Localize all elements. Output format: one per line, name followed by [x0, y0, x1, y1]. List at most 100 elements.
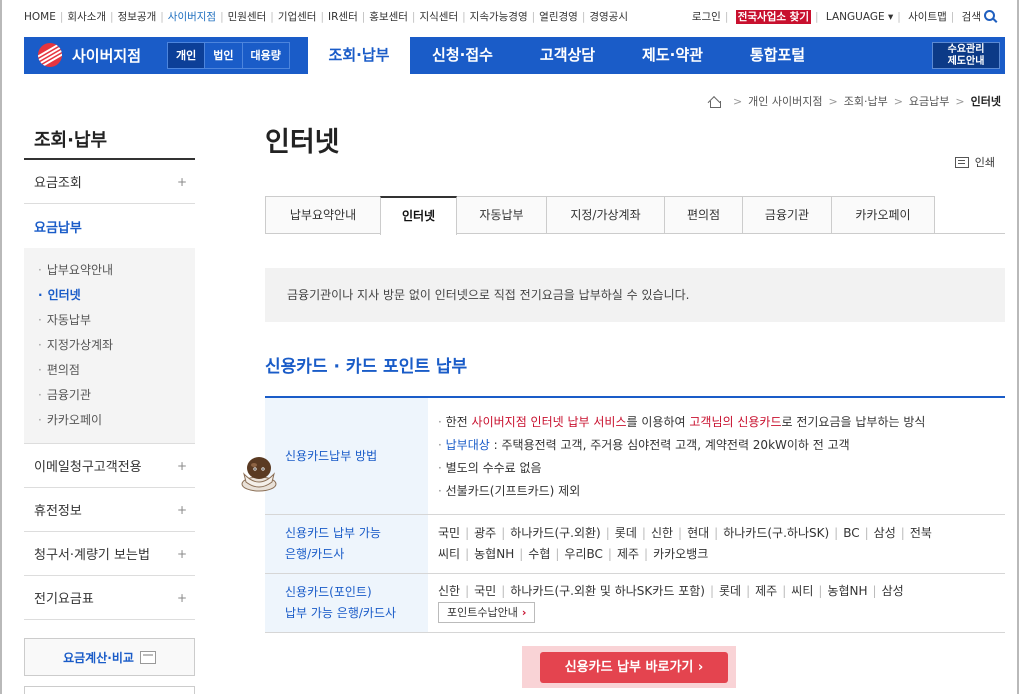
bank-name: 신한 — [438, 584, 461, 598]
bank-name: 신한 — [650, 526, 674, 540]
bank-name: 우리BC — [564, 547, 603, 561]
divider: | — [220, 11, 224, 23]
bank-name: 제주 — [755, 584, 778, 598]
logo[interactable]: 사이버지점 — [38, 43, 142, 67]
side-nav-subitem[interactable]: 금융기관 — [38, 383, 195, 408]
divider: | — [678, 526, 683, 540]
sitemap-link[interactable]: 사이트맵 — [908, 11, 947, 23]
bank-name: 하나카드(구.외환 및 하나SK카드 포함) — [510, 584, 705, 598]
plus-icon: + — [176, 174, 187, 189]
print-button[interactable]: 인쇄 — [954, 154, 995, 170]
utility-link[interactable]: 사이버지점 — [168, 11, 216, 23]
side-nav-subitem[interactable]: 편의점 — [38, 358, 195, 383]
tab-item[interactable]: 금융기관 — [742, 196, 832, 233]
tab-item[interactable]: 편의점 — [664, 196, 743, 233]
kepco-logo-icon — [38, 43, 62, 67]
divider: | — [519, 547, 524, 561]
utility-link[interactable]: 지식센터 — [419, 11, 458, 23]
table-row: 신용카드납부 방법 한전 사이버지점 인터넷 납부 서비스를 이용하여 고객님의… — [265, 398, 1005, 515]
side-nav-subitem[interactable]: 지정가상계좌 — [38, 333, 195, 358]
cta-highlight: 신용카드 납부 바로가기 › — [522, 646, 736, 688]
side-nav-subitem[interactable]: 자동납부 — [38, 308, 195, 333]
utility-link[interactable]: 기업센터 — [278, 11, 317, 23]
utility-link[interactable]: 열린경영 — [539, 11, 578, 23]
divider: | — [501, 584, 506, 598]
chevron-right-icon: > — [828, 94, 838, 108]
side-nav: 조회·납부 요금조회+ 요금납부 납부요약안내인터넷자동납부지정가상계좌편의점금… — [24, 120, 195, 620]
utility-link[interactable]: 회사소개 — [67, 11, 106, 23]
row-header: 신용카드납부 방법 — [265, 398, 428, 514]
bank-name: 하나카드(구.외환) — [510, 526, 601, 540]
breadcrumb-item[interactable]: 개인 사이버지점 — [748, 93, 822, 109]
logo-text: 사이버지점 — [72, 47, 142, 65]
chevron-right-icon: › — [697, 660, 704, 675]
bank-name: 농협NH — [827, 584, 868, 598]
divider: | — [555, 547, 560, 561]
main-menu-item[interactable]: 조회·납부 — [308, 37, 410, 74]
divider: | — [607, 547, 612, 561]
breadcrumb-item[interactable]: 요금납부 — [909, 93, 949, 109]
breadcrumb-item[interactable]: 조회·납부 — [844, 93, 888, 109]
side-nav-subitem[interactable]: 납부요약안내 — [38, 258, 195, 283]
divider: | — [59, 11, 64, 23]
utility-link[interactable]: HOME — [24, 11, 56, 23]
payment-tabs: 납부요약안내 인터넷 자동납부 지정/가상계좌 편의점 금융기관 카카오페이 — [265, 196, 1005, 235]
segment-button[interactable]: 개인 — [168, 43, 206, 68]
utility-link[interactable]: 경영공시 — [589, 11, 628, 23]
divider: | — [900, 526, 905, 540]
divider: | — [714, 526, 719, 540]
card-payment-go-button[interactable]: 신용카드 납부 바로가기 › — [540, 652, 728, 683]
main-menu-item[interactable]: 신청·접수 — [410, 37, 515, 74]
side-nav-item[interactable]: 전기요금표 + — [24, 576, 195, 620]
row-header: 신용카드(포인트) 납부 가능 은행/카드사 — [265, 574, 428, 632]
divider: | — [462, 11, 466, 23]
point-guide-button[interactable]: 포인트수납안내 › — [438, 602, 536, 623]
page-title: 인터넷 — [265, 127, 340, 158]
divider: | — [641, 526, 646, 540]
print-icon — [954, 156, 969, 168]
tab-item[interactable]: 지정/가상계좌 — [546, 196, 665, 233]
side-nav-item[interactable]: 휴전정보 + — [24, 488, 195, 532]
side-nav-item-bill-inquiry[interactable]: 요금조회 + — [24, 160, 195, 204]
divider: | — [110, 11, 114, 23]
chevron-right-icon: › — [521, 606, 527, 619]
global-nav: 사이버지점 개인 법인 대용량 조회·납부 신청·접수 고객상담 제도·약관 통합포털 수요… — [24, 37, 1005, 74]
home-icon[interactable] — [708, 96, 721, 108]
side-nav-subitem[interactable]: 카카오페이 — [38, 408, 195, 433]
side-nav-subitem[interactable]: 인터넷 — [38, 283, 195, 308]
main-menu-item[interactable]: 고객상담 — [515, 37, 620, 74]
side-nav-item-bill-payment[interactable]: 요금납부 — [24, 204, 195, 248]
side-nav-item[interactable]: 이메일청구고객전용 + — [24, 444, 195, 488]
tab-item[interactable]: 인터넷 — [380, 196, 457, 235]
divider: | — [465, 526, 470, 540]
utility-link[interactable]: 정보공개 — [118, 11, 157, 23]
utility-link[interactable]: 홍보센터 — [369, 11, 408, 23]
main-menu-item[interactable]: 통합포털 — [725, 37, 830, 74]
language-select[interactable]: LANGUAGE ▾ — [826, 11, 893, 23]
segment-button[interactable]: 법인 — [205, 43, 243, 68]
tab-item[interactable]: 카카오페이 — [831, 196, 935, 233]
breadcrumb-item[interactable]: 인터넷 — [971, 93, 1001, 109]
tab-item[interactable]: 납부요약안내 — [265, 196, 381, 233]
main-menu-item[interactable]: 제도·약관 — [620, 37, 725, 74]
search-link[interactable]: 검색 — [962, 10, 995, 23]
bank-name: BC — [843, 526, 860, 540]
divider: | — [581, 11, 586, 23]
utility-link[interactable]: 민원센터 — [228, 11, 267, 23]
utility-link[interactable]: IR센터 — [328, 11, 358, 23]
login-link[interactable]: 로그인 — [692, 11, 721, 23]
bank-name: 수협 — [528, 547, 551, 561]
calculator-icon — [139, 650, 156, 664]
utility-link[interactable]: 지속가능경영 — [470, 11, 528, 23]
side-nav-item-label: 이메일청구고객전용 — [34, 460, 142, 475]
side-nav-item[interactable]: 청구서·계량기 보는법 + — [24, 532, 195, 576]
segment-button[interactable]: 대용량 — [243, 43, 289, 68]
utility-bar: HOME | 회사소개 | 정보공개 | 사이버지점 | 민원센터 | 기업센터 | IR센터 | 홍보센터… — [24, 6, 995, 26]
find-branch-link[interactable]: 전국사업소 찾기 — [735, 10, 811, 24]
bank-name: 하나카드(구.하나SK) — [723, 526, 830, 540]
demand-guide-button[interactable]: 수요관리 제도안내 — [932, 42, 1000, 69]
tab-item[interactable]: 자동납부 — [456, 196, 547, 233]
row-header: 신용카드 납부 가능 은행/카드사 — [265, 515, 428, 573]
bill-calculator-button[interactable]: 요금계산·비교 — [24, 638, 195, 676]
table-row: 신용카드 납부 가능 은행/카드사 국민 | 광주 | 하나카드(구.외환) | 롯데 | 신한 |… — [265, 515, 1005, 574]
